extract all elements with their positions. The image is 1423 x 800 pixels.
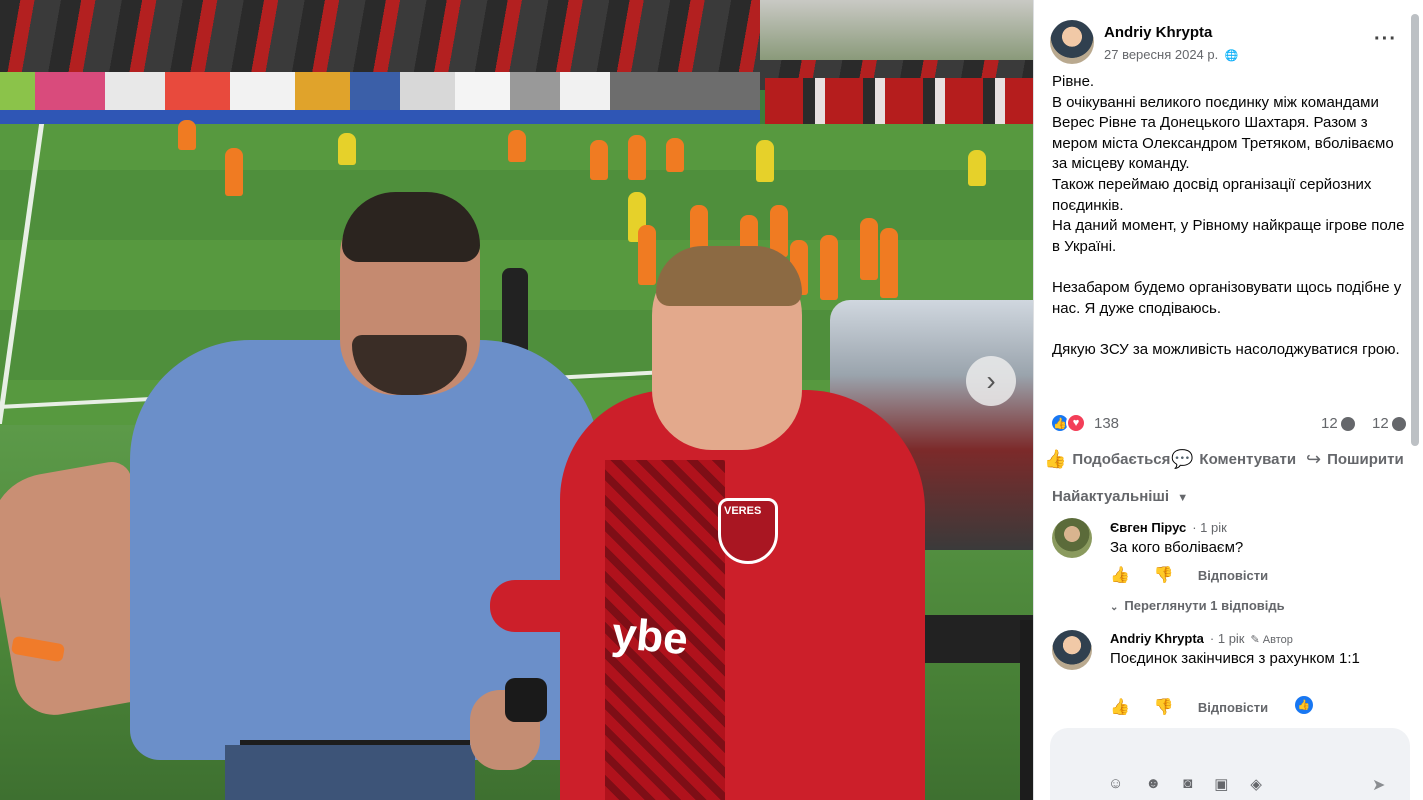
comment-author[interactable]: Andriy Khrypta · 1 рік ✎ Автор bbox=[1110, 631, 1293, 646]
player bbox=[756, 140, 774, 182]
share-count[interactable]: 12 bbox=[1372, 415, 1406, 432]
comment-count-text: 12 bbox=[1321, 415, 1338, 432]
commenter-avatar[interactable] bbox=[1052, 630, 1092, 670]
comment-tools: ☺ ☻ ◙ ▣ ◈ bbox=[1108, 775, 1262, 793]
share-arrow-icon: ↪ bbox=[1306, 449, 1322, 469]
comment-time[interactable]: · 1 рік bbox=[1210, 631, 1245, 646]
club-crest-text: VERES bbox=[724, 505, 762, 517]
railing bbox=[915, 615, 1033, 663]
player bbox=[666, 138, 684, 172]
reactions-summary[interactable]: 👍 ♥ 138 bbox=[1050, 413, 1119, 433]
share-count-text: 12 bbox=[1372, 415, 1389, 432]
player bbox=[225, 148, 243, 196]
avatar-sticker-icon[interactable]: ☺ bbox=[1108, 775, 1123, 793]
scrollbar[interactable] bbox=[1411, 14, 1419, 446]
comment-button[interactable]: 💬 Коментувати bbox=[1171, 449, 1296, 470]
player bbox=[628, 135, 646, 180]
gif-icon[interactable]: ▣ bbox=[1214, 775, 1228, 793]
chevron-down-icon: ▼ bbox=[1177, 492, 1189, 504]
comment-sort-dropdown[interactable]: Найактуальніші ▼ bbox=[1052, 488, 1188, 505]
more-options-button[interactable]: ··· bbox=[1374, 28, 1397, 51]
view-replies-link[interactable]: ⌄ Переглянути 1 відповідь bbox=[1110, 598, 1285, 613]
share-icon bbox=[1391, 416, 1406, 431]
comment-bubble-icon bbox=[1340, 416, 1355, 431]
sort-label: Найактуальніші bbox=[1052, 488, 1170, 505]
next-photo-button[interactable]: › bbox=[966, 356, 1016, 406]
comment-author-name: Євген Пірус bbox=[1110, 520, 1187, 535]
post-text: Рівне. В очікуванні великого поєдинку мі… bbox=[1052, 73, 1405, 358]
player bbox=[590, 140, 608, 180]
thumbs-up-icon: 👍 bbox=[1044, 449, 1067, 469]
player bbox=[820, 235, 838, 300]
camera-icon[interactable]: ◙ bbox=[1183, 775, 1192, 793]
reply-button[interactable]: Відповісти bbox=[1198, 568, 1268, 583]
comment-author[interactable]: Євген Пірус · 1 рік bbox=[1110, 520, 1227, 535]
comment-actions: 👍 👎 Відповісти bbox=[1110, 697, 1268, 717]
love-reaction-icon: ♥ bbox=[1066, 413, 1086, 433]
post-author[interactable]: Andriy Khrypta bbox=[1104, 24, 1212, 41]
thumbs-down-icon[interactable]: 👎 bbox=[1154, 565, 1174, 585]
emoji-icon[interactable]: ☻ bbox=[1145, 775, 1161, 793]
comment-author-name: Andriy Khrypta bbox=[1110, 631, 1204, 646]
post-actions: 👍 Подобається 💬 Коментувати ↪ Поширити bbox=[1044, 449, 1416, 473]
comment-text: Поєдинок закінчився з рахунком 1:1 bbox=[1110, 650, 1360, 667]
person-hair bbox=[656, 246, 802, 306]
comment-text: За кого вболіваєм? bbox=[1110, 539, 1244, 556]
player bbox=[338, 133, 356, 165]
author-avatar[interactable] bbox=[1050, 20, 1094, 64]
chevron-right-icon: › bbox=[986, 365, 996, 396]
player bbox=[178, 120, 196, 150]
post-date[interactable]: 27 вересня 2024 р. 🌐 bbox=[1104, 47, 1239, 62]
railing-post bbox=[1020, 620, 1033, 800]
comment-like-badge-icon: 👍 bbox=[1295, 696, 1313, 714]
author-badge: ✎ Автор bbox=[1250, 634, 1293, 646]
jersey-sponsor-text: ybe bbox=[610, 608, 690, 665]
share-button[interactable]: ↪ Поширити bbox=[1306, 449, 1404, 470]
post-side-panel: Andriy Khrypta 27 вересня 2024 р. 🌐 ··· … bbox=[1033, 0, 1423, 800]
chevron-down-icon: ⌄ bbox=[1110, 602, 1119, 613]
like-label: Подобається bbox=[1072, 451, 1171, 468]
thumbs-down-icon[interactable]: 👎 bbox=[1154, 697, 1174, 717]
person-jeans bbox=[225, 745, 475, 800]
comment-count[interactable]: 12 bbox=[1321, 415, 1355, 432]
post-date-text: 27 вересня 2024 р. bbox=[1104, 47, 1219, 62]
advertising-strip bbox=[0, 110, 760, 124]
comment-label: Коментувати bbox=[1199, 451, 1297, 468]
like-button[interactable]: 👍 Подобається bbox=[1044, 449, 1170, 470]
person-hair bbox=[342, 192, 480, 262]
reaction-count: 138 bbox=[1094, 414, 1120, 432]
privacy-icon: 🌐 bbox=[1224, 50, 1239, 62]
sticker-icon[interactable]: ◈ bbox=[1250, 775, 1262, 793]
thumbs-up-icon[interactable]: 👍 bbox=[1110, 697, 1130, 717]
player bbox=[638, 225, 656, 285]
share-label: Поширити bbox=[1327, 451, 1404, 468]
comment-actions: 👍 👎 Відповісти bbox=[1110, 565, 1268, 585]
send-icon[interactable]: ➤ bbox=[1372, 775, 1385, 795]
comment-icon: 💬 bbox=[1171, 449, 1194, 469]
wristwatch bbox=[505, 678, 547, 722]
sky bbox=[760, 0, 1033, 60]
player bbox=[880, 228, 898, 298]
view-replies-label: Переглянути 1 відповідь bbox=[1124, 598, 1285, 613]
player bbox=[860, 218, 878, 280]
thumbs-up-icon[interactable]: 👍 bbox=[1110, 565, 1130, 585]
post-photo[interactable]: VERES ybe › bbox=[0, 0, 1033, 800]
commenter-avatar[interactable] bbox=[1052, 518, 1092, 558]
reply-button[interactable]: Відповісти bbox=[1198, 700, 1268, 715]
player bbox=[968, 150, 986, 186]
comment-time[interactable]: · 1 рік bbox=[1192, 520, 1227, 535]
player bbox=[508, 130, 526, 162]
